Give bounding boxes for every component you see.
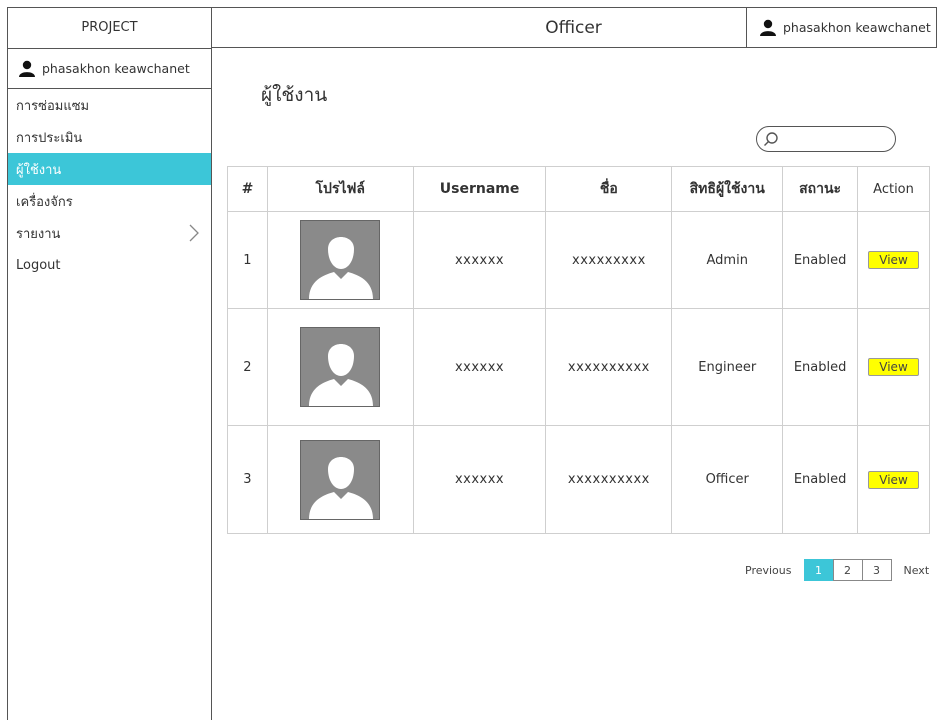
- sidebar-item-label: Logout: [16, 257, 61, 273]
- users-table: # โปรไฟล์ Username ชื่อ สิทธิผู้ใช้งาน ส…: [227, 166, 930, 534]
- row-number: 1: [227, 211, 268, 309]
- role-cell: Officer: [671, 425, 784, 534]
- status-cell: Enabled: [782, 211, 859, 309]
- column-header-number: #: [227, 166, 268, 212]
- sidebar-item-reports[interactable]: รายงาน: [8, 217, 211, 249]
- next-page-link[interactable]: Next: [904, 564, 930, 577]
- page-title: ผู้ใช้งาน: [261, 84, 328, 106]
- row-number: 2: [227, 308, 268, 426]
- column-header-role: สิทธิผู้ใช้งาน: [671, 166, 784, 212]
- username-cell: xxxxxx: [412, 211, 547, 309]
- previous-page-link[interactable]: Previous: [745, 564, 792, 577]
- profile-cell: [266, 211, 414, 309]
- view-button[interactable]: View: [868, 358, 919, 376]
- status-cell: Enabled: [782, 308, 859, 426]
- sidebar-item-label: การประเมิน: [16, 130, 83, 146]
- sidebar-item-label: เครื่องจักร: [16, 194, 73, 210]
- project-title: PROJECT: [8, 8, 211, 49]
- person-icon: [760, 19, 776, 36]
- sidebar-item-label: การซ่อมแซม: [16, 98, 90, 114]
- header-user-name: phasakhon keawchanet: [783, 20, 931, 35]
- role-cell: Admin: [671, 211, 784, 309]
- page-button-3[interactable]: 3: [861, 559, 892, 581]
- sidebar-user-name: phasakhon keawchanet: [42, 61, 190, 76]
- sidebar-item-logout[interactable]: Logout: [8, 249, 211, 281]
- sidebar-item-repair[interactable]: การซ่อมแซม: [8, 89, 211, 121]
- row-number: 3: [227, 425, 268, 534]
- sidebar-item-evaluation[interactable]: การประเมิน: [8, 121, 211, 153]
- column-header-username: Username: [412, 166, 547, 212]
- table-row: 2 xxxxxx xxxxxxxxxx Engineer Enabled Vie…: [227, 308, 930, 426]
- view-button[interactable]: View: [868, 470, 919, 489]
- status-cell: Enabled: [782, 425, 859, 534]
- chevron-right-icon: [189, 224, 199, 242]
- sidebar-item-machines[interactable]: เครื่องจักร: [8, 185, 211, 217]
- name-cell: xxxxxxxxx: [545, 211, 673, 309]
- sidebar-item-users[interactable]: ผู้ใช้งาน: [8, 153, 211, 185]
- sidebar-item-label: ผู้ใช้งาน: [16, 162, 62, 178]
- table-row: 1 xxxxxx xxxxxxxxx Admin Enabled View: [227, 211, 930, 309]
- column-header-action: Action: [857, 166, 930, 212]
- avatar-placeholder-icon: [300, 220, 381, 300]
- name-cell: xxxxxxxxxx: [545, 308, 673, 426]
- name-cell: xxxxxxxxxx: [545, 425, 673, 534]
- search-box[interactable]: [756, 126, 896, 152]
- action-cell: View: [857, 211, 930, 309]
- avatar-placeholder-icon: [300, 439, 381, 520]
- header-user[interactable]: phasakhon keawchanet: [746, 8, 936, 47]
- view-button[interactable]: View: [868, 251, 919, 269]
- column-header-status: สถานะ: [782, 166, 859, 212]
- page-button-2[interactable]: 2: [832, 559, 863, 581]
- table-header-row: # โปรไฟล์ Username ชื่อ สิทธิผู้ใช้งาน ส…: [227, 166, 930, 212]
- page-button-1[interactable]: 1: [803, 559, 834, 581]
- sidebar-user: phasakhon keawchanet: [8, 49, 211, 89]
- table-row: 3 xxxxxx xxxxxxxxxx Officer Enabled View: [227, 425, 930, 534]
- username-cell: xxxxxx: [412, 425, 547, 534]
- sidebar-item-label: รายงาน: [16, 226, 61, 242]
- username-cell: xxxxxx: [412, 308, 547, 426]
- column-header-name: ชื่อ: [545, 166, 673, 212]
- search-icon: [764, 132, 778, 146]
- action-cell: View: [857, 308, 930, 426]
- sidebar: PROJECT phasakhon keawchanet การซ่อมแซม …: [7, 7, 212, 720]
- profile-cell: [266, 425, 414, 534]
- role-cell: Engineer: [671, 308, 784, 426]
- search-input[interactable]: [783, 129, 883, 149]
- person-icon: [19, 60, 35, 77]
- pagination: Previous 1 2 3 Next: [745, 559, 929, 581]
- action-cell: View: [857, 425, 930, 534]
- avatar-placeholder-icon: [300, 327, 381, 407]
- profile-cell: [266, 308, 414, 426]
- header: Officer phasakhon keawchanet: [211, 7, 937, 48]
- column-header-profile: โปรไฟล์: [266, 166, 414, 212]
